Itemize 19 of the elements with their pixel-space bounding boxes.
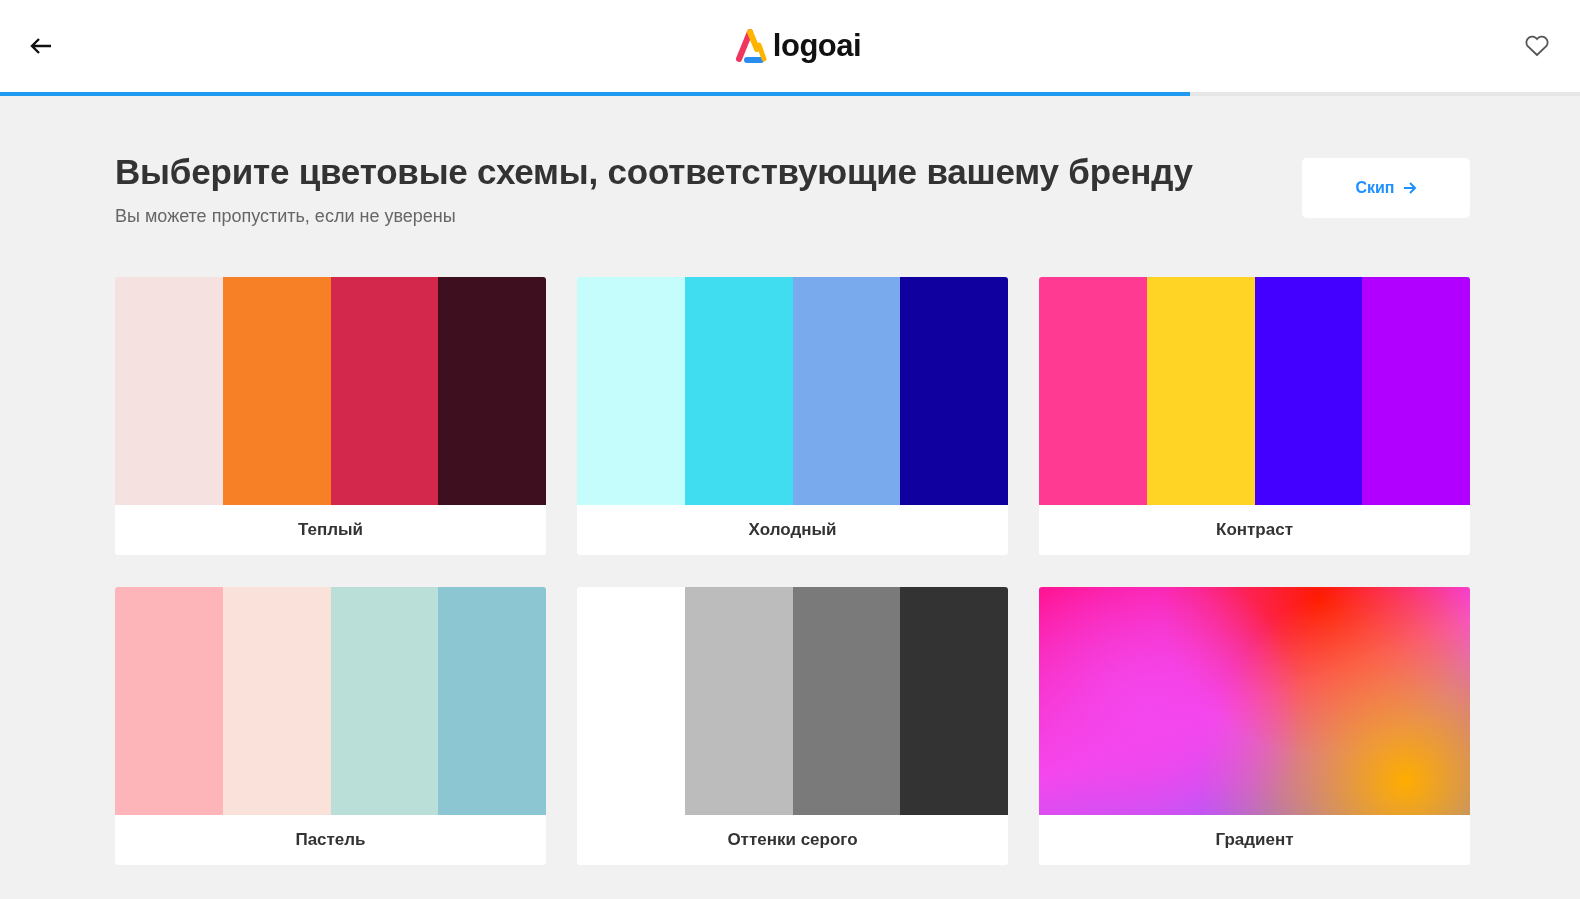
color-scheme-card[interactable]: Пастель [115,587,546,865]
color-scheme-card[interactable]: Теплый [115,277,546,555]
scheme-name: Холодный [577,505,1008,555]
page-title: Выберите цветовые схемы, соответствующие вашему бренду [115,152,1193,192]
color-scheme-card[interactable]: Оттенки серого [577,587,1008,865]
color-scheme-card[interactable]: Холодный [577,277,1008,555]
scheme-name: Пастель [115,815,546,865]
heart-icon [1524,35,1550,57]
scheme-name: Градиент [1039,815,1470,865]
scheme-name: Теплый [115,505,546,555]
logo-text: logoai [772,28,862,64]
page-subtitle: Вы можете пропустить, если не уверены [115,206,457,227]
arrow-right-icon [1402,182,1417,194]
back-arrow-icon [30,37,52,55]
scheme-name: Контраст [1039,505,1470,555]
logo-icon [734,27,769,65]
scheme-name: Оттенки серого [577,815,1008,865]
color-scheme-card[interactable]: Градиент [1039,587,1470,865]
color-scheme-card[interactable]: Контраст [1039,277,1470,555]
